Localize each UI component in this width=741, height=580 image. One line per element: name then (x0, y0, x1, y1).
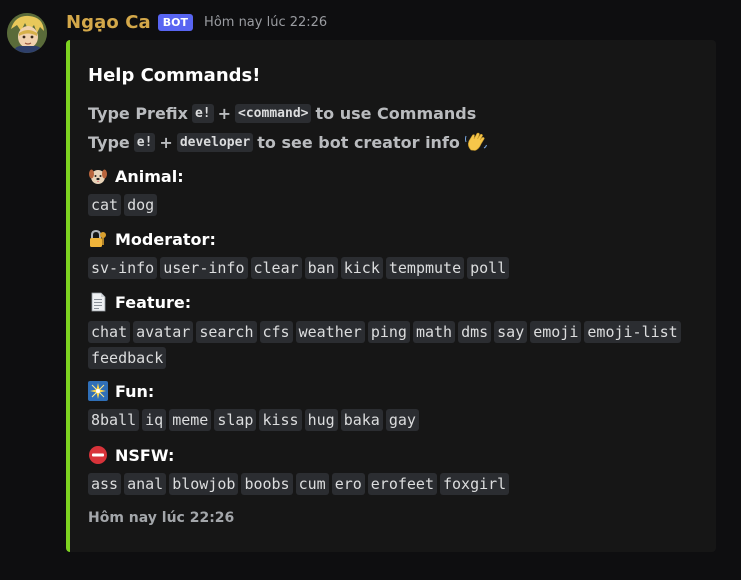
command-chip: baka (340, 409, 383, 431)
sparkle-burst-icon (88, 381, 108, 401)
embed-accent-bar (66, 40, 70, 552)
field-value-fun: 8ball iq meme slap kiss hug baka gay (88, 407, 688, 433)
inline-code: <command> (235, 104, 312, 123)
description-text: to see bot creator info (257, 132, 460, 152)
field-title: Feature: (115, 292, 192, 312)
plus-sign: + (159, 132, 173, 152)
command-chip: foxgirl (440, 473, 510, 495)
message-timestamp[interactable]: Hôm nay lúc 22:26 (204, 15, 327, 30)
command-chip: search (196, 321, 257, 343)
field-name-nsfw: NSFW: (88, 445, 174, 465)
page-facing-up-icon (91, 292, 106, 312)
avatar-image (7, 13, 47, 53)
field-value-animal: cat dog (88, 192, 688, 218)
command-chip: feedback (88, 347, 167, 369)
command-chip: emoji-list (584, 321, 681, 343)
plus-sign: + (217, 104, 232, 123)
command-chip: ban (304, 257, 338, 279)
description-text: Type (88, 132, 130, 152)
command-chip: avatar (133, 321, 194, 343)
command-chip: cfs (259, 321, 293, 343)
command-chip: 8ball (88, 409, 140, 431)
lock-with-key-icon (90, 229, 106, 247)
command-chip: meme (169, 409, 212, 431)
command-chip: anal (124, 473, 167, 495)
username[interactable]: Ngạo Ca (66, 12, 151, 33)
command-chip: ero (331, 473, 365, 495)
command-chip: iq (142, 409, 167, 431)
inline-code: developer (176, 132, 254, 152)
field-title: Moderator: (115, 229, 216, 249)
description-line-developer: Type e! + developer to see bot creator i… (88, 130, 488, 154)
field-title: Fun: (115, 381, 155, 401)
avatar[interactable] (7, 13, 47, 53)
field-value-feature: chat avatar search cfs weather ping math dms say… (88, 319, 688, 371)
no-entry-icon (89, 446, 107, 464)
command-chip: chat (88, 321, 131, 343)
field-name-fun: Fun: (88, 381, 154, 401)
command-chip: hug (304, 409, 338, 431)
embed-card: Help Commands! Type Prefix e! + <command… (66, 40, 716, 552)
chat-page: Ngạo Ca BOT Hôm nay lúc 22:26 Help Comma… (0, 0, 741, 580)
description-line-prefix: Type Prefix e! + <command> to use Comman… (88, 104, 476, 123)
command-chip: poll (467, 257, 510, 279)
field-name-feature: Feature: (88, 292, 191, 312)
description-text: Type Prefix (88, 104, 188, 123)
command-chip: erofeet (367, 473, 437, 495)
inline-code: e! (133, 132, 156, 152)
field-name-moderator: Moderator: (88, 229, 216, 249)
command-chip: weather (295, 321, 365, 343)
waving-hand-icon (464, 132, 487, 151)
command-chip: cum (295, 473, 329, 495)
command-chip: emoji (530, 321, 582, 343)
command-chip: dms (458, 321, 492, 343)
bot-badge: BOT (157, 13, 194, 31)
command-chip: kiss (259, 409, 302, 431)
command-chip: boobs (241, 473, 293, 495)
command-chip: sv-info (88, 257, 158, 279)
embed-title: Help Commands! (88, 65, 261, 86)
command-chip: blowjob (169, 473, 239, 495)
description-text: to use Commands (315, 104, 477, 123)
field-name-animal: Animal: (88, 166, 184, 186)
field-title: Animal: (115, 166, 184, 186)
field-value-nsfw: ass anal blowjob boobs cum ero erofeet foxgirl (88, 471, 688, 497)
message-header: Ngạo Ca BOT Hôm nay lúc 22:26 (66, 9, 327, 35)
command-chip: dog (124, 194, 158, 216)
field-value-moderator: sv-info user-info clear ban kick tempmute poll (88, 255, 688, 281)
command-chip: kick (340, 257, 383, 279)
command-chip: math (412, 321, 456, 343)
command-chip: ass (88, 473, 122, 495)
command-chip: clear (250, 257, 302, 279)
command-chip: user-info (160, 257, 248, 279)
embed-footer-timestamp: Hôm nay lúc 22:26 (88, 510, 235, 526)
inline-code: e! (191, 104, 214, 123)
command-chip: ping (367, 321, 410, 343)
command-chip: tempmute (385, 257, 465, 279)
command-chip: say (494, 321, 528, 343)
dog-face-icon (89, 169, 107, 184)
command-chip: gay (385, 409, 419, 431)
command-chip: slap (214, 409, 257, 431)
command-chip: cat (88, 194, 122, 216)
field-title: NSFW: (115, 445, 175, 465)
